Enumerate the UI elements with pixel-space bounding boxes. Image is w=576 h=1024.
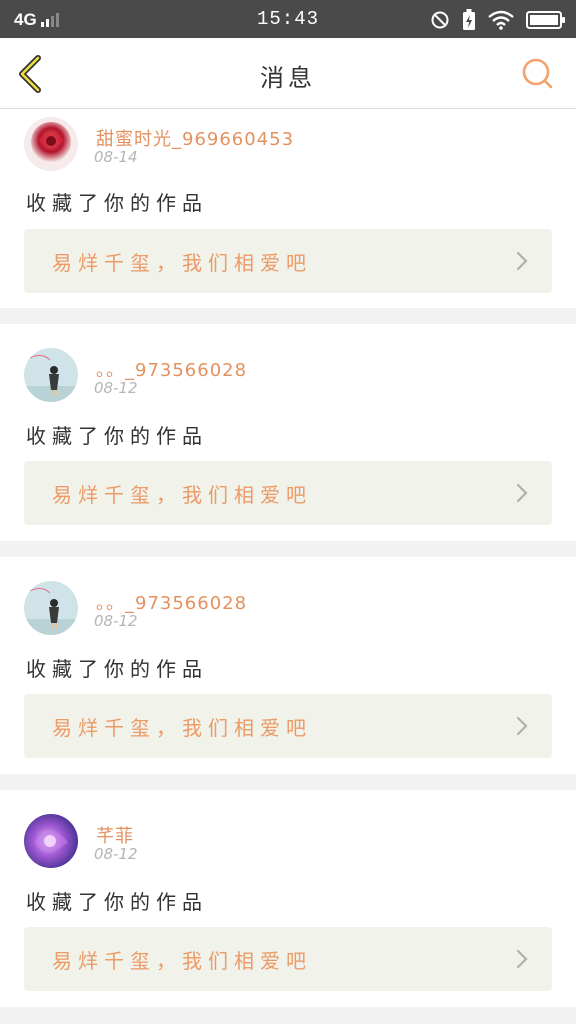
search-button[interactable]: [520, 56, 556, 92]
action-text: 收藏了你的作品: [26, 191, 208, 215]
battery-saver-icon: [463, 9, 475, 30]
message-date: 08-12: [94, 379, 138, 397]
message-date: 08-14: [94, 148, 138, 166]
work-link[interactable]: 易烊千玺，我们相爱吧: [24, 461, 552, 525]
message-card: 芊菲 08-12 收藏了你的作品 易烊千玺，我们相爱吧: [0, 790, 576, 1007]
avatar-purple-rose: [24, 814, 78, 868]
back-button[interactable]: [12, 52, 48, 96]
avatar[interactable]: [24, 814, 78, 868]
chevron-right-icon: [516, 251, 528, 271]
work-title: 易烊千玺，我们相爱吧: [52, 716, 312, 740]
action-text: 收藏了你的作品: [26, 890, 208, 914]
work-title: 易烊千玺，我们相爱吧: [52, 949, 312, 973]
rotation-lock-icon: [431, 11, 449, 29]
message-date: 08-12: [94, 845, 138, 863]
avatar-girl-sky: [24, 348, 78, 402]
work-link[interactable]: 易烊千玺，我们相爱吧: [24, 927, 552, 991]
chevron-left-icon: [19, 55, 41, 93]
work-title: 易烊千玺，我们相爱吧: [52, 483, 312, 507]
page-title: 消息: [260, 64, 316, 92]
avatar-red-rose: [24, 117, 78, 171]
work-link[interactable]: 易烊千玺，我们相爱吧: [24, 694, 552, 758]
message-list: 甜蜜时光_969660453 08-14 收藏了你的作品 易烊千玺，我们相爱吧 …: [0, 109, 576, 1007]
action-text: 收藏了你的作品: [26, 657, 208, 681]
header: 消息: [0, 38, 576, 109]
work-link[interactable]: 易烊千玺，我们相爱吧: [24, 229, 552, 293]
avatar[interactable]: [24, 581, 78, 635]
battery-icon: [526, 11, 565, 29]
chevron-right-icon: [516, 716, 528, 736]
work-title: 易烊千玺，我们相爱吧: [52, 251, 312, 275]
avatar-girl-sky: [24, 581, 78, 635]
wifi-icon: [488, 10, 514, 30]
message-date: 08-12: [94, 612, 138, 630]
status-bar: 4G 15:43: [0, 0, 576, 38]
chevron-right-icon: [516, 949, 528, 969]
message-card: 。。_973566028 08-12 收藏了你的作品 易烊千玺，我们相爱吧: [0, 324, 576, 541]
avatar[interactable]: [24, 117, 78, 171]
message-card: 。。_973566028 08-12 收藏了你的作品 易烊千玺，我们相爱吧: [0, 557, 576, 774]
status-icons: [430, 9, 566, 31]
chevron-right-icon: [516, 483, 528, 503]
action-text: 收藏了你的作品: [26, 424, 208, 448]
message-card: 甜蜜时光_969660453 08-14 收藏了你的作品 易烊千玺，我们相爱吧: [0, 109, 576, 308]
search-icon: [522, 58, 553, 89]
avatar[interactable]: [24, 348, 78, 402]
